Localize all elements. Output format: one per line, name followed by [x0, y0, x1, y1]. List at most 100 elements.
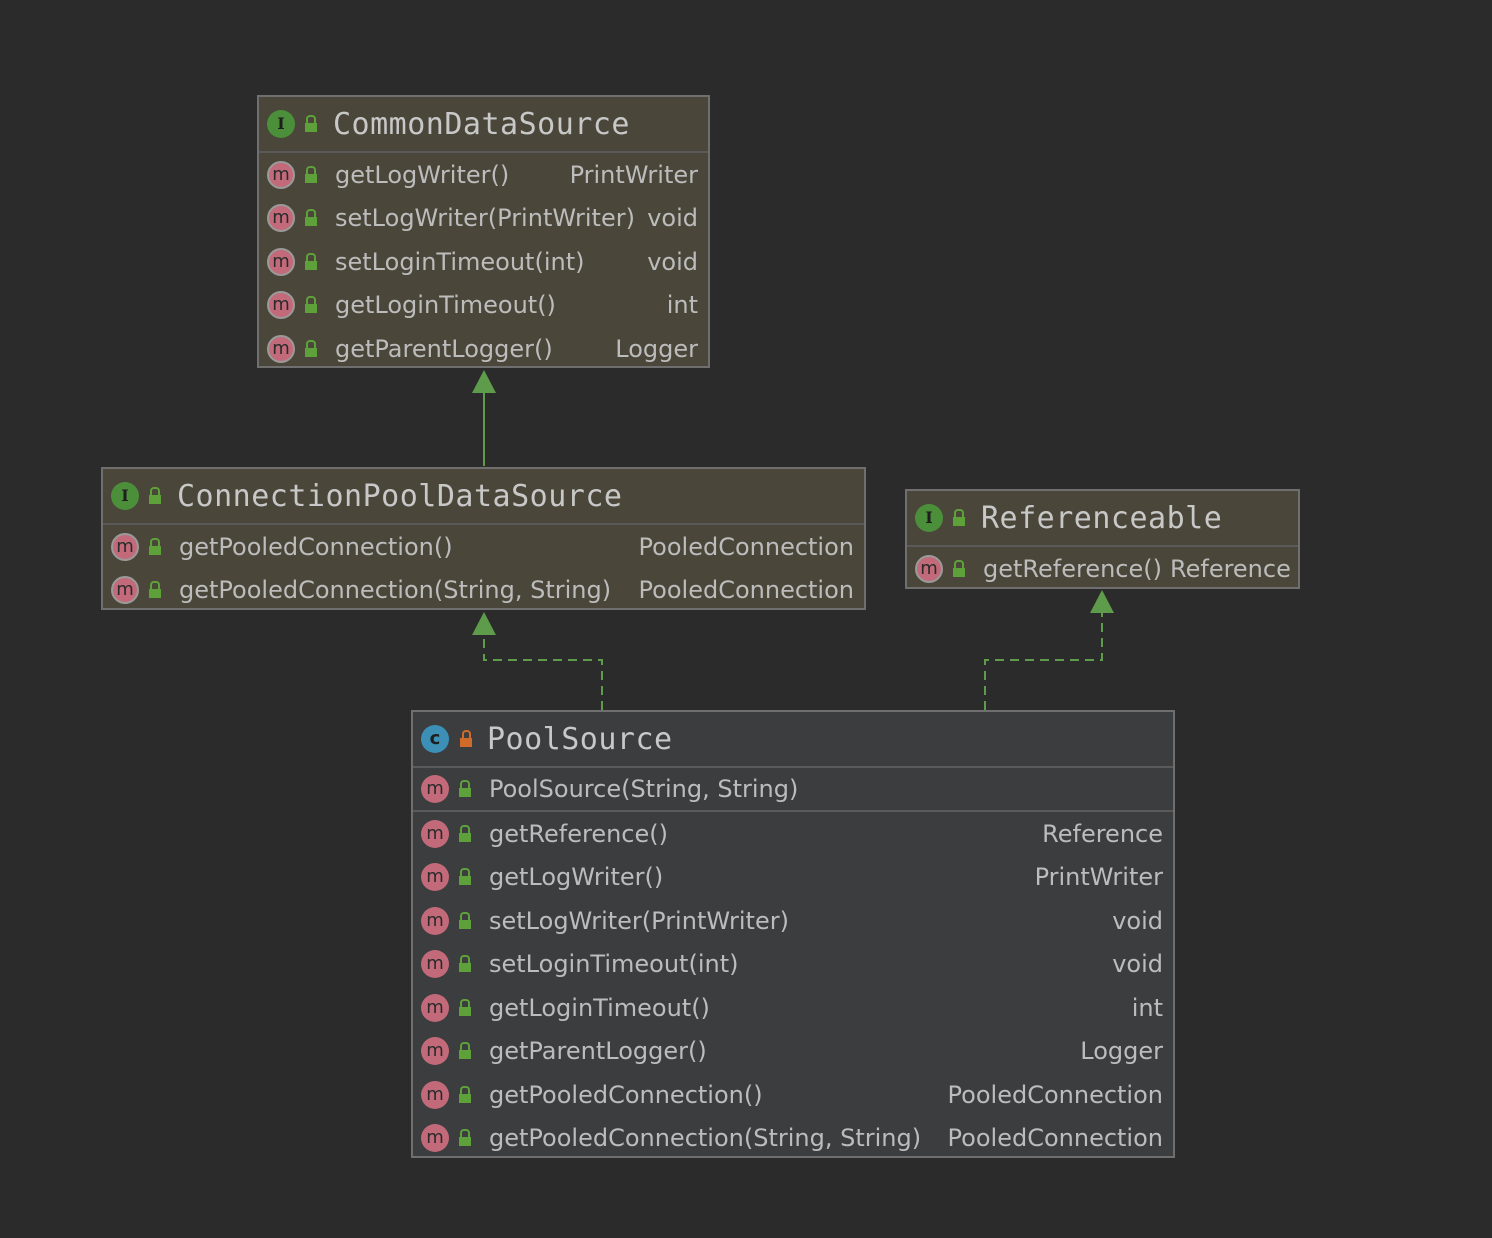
- public-visibility-icon: [457, 867, 477, 887]
- private-visibility-icon: [457, 729, 477, 749]
- public-visibility-icon: [303, 208, 323, 228]
- method-return-type: PooledConnection: [947, 1124, 1163, 1153]
- method-row[interactable]: m getReference() Reference: [413, 812, 1173, 856]
- method-return-type: Logger: [615, 334, 698, 363]
- method-icon: m: [267, 160, 295, 189]
- public-visibility-icon: [303, 339, 323, 359]
- public-visibility-icon: [457, 911, 477, 931]
- method-icon: m: [111, 532, 139, 561]
- method-return-type: PooledConnection: [638, 576, 854, 605]
- method-name: setLogWriter(PrintWriter): [489, 906, 789, 935]
- public-visibility-icon: [147, 537, 167, 557]
- public-visibility-icon: [457, 954, 477, 974]
- method-name: getLogWriter(): [335, 160, 510, 189]
- method-row[interactable]: m getLogWriter() PrintWriter: [259, 153, 708, 197]
- public-visibility-icon: [147, 580, 167, 600]
- method-return-type: int: [1131, 993, 1163, 1022]
- method-row[interactable]: m getParentLogger() Logger: [413, 1030, 1173, 1074]
- method-name: getPooledConnection(): [489, 1080, 763, 1109]
- node-title: ConnectionPoolDataSource: [177, 478, 623, 514]
- method-return-type: Reference: [1042, 819, 1163, 848]
- arrowhead-common: [472, 370, 496, 393]
- method-icon: m: [267, 204, 295, 233]
- public-visibility-icon: [303, 252, 323, 272]
- public-visibility-icon: [457, 1128, 477, 1148]
- public-visibility-icon: [303, 295, 323, 315]
- method-row[interactable]: m setLogWriter(PrintWriter) void: [259, 197, 708, 241]
- public-visibility-icon: [951, 508, 971, 528]
- method-name: getPooledConnection(): [179, 532, 453, 561]
- method-icon: m: [421, 1124, 449, 1153]
- public-visibility-icon: [457, 824, 477, 844]
- public-visibility-icon: [457, 779, 477, 799]
- method-row[interactable]: m setLogWriter(PrintWriter) void: [413, 899, 1173, 943]
- node-header: I Referenceable: [907, 491, 1298, 547]
- method-return-type: PrintWriter: [569, 160, 698, 189]
- method-return-type: int: [666, 291, 698, 320]
- node-header: I ConnectionPoolDataSource: [103, 469, 864, 525]
- method-icon: m: [421, 1037, 449, 1066]
- class-icon: c: [421, 725, 449, 753]
- method-return-type: void: [647, 204, 698, 233]
- interface-icon: I: [915, 504, 943, 532]
- method-name: getParentLogger(): [335, 334, 553, 363]
- method-row[interactable]: m getPooledConnection(String, String) Pool…: [413, 1117, 1173, 1161]
- edge-implements-pool-ref: [984, 612, 1103, 710]
- method-icon: m: [111, 576, 139, 605]
- public-visibility-icon: [457, 998, 477, 1018]
- node-header: I CommonDataSource: [259, 97, 708, 153]
- method-name: setLogWriter(PrintWriter): [335, 204, 635, 233]
- public-visibility-icon: [147, 486, 167, 506]
- interface-icon: I: [111, 482, 139, 510]
- method-icon: m: [267, 291, 295, 320]
- method-return-type: void: [1112, 950, 1163, 979]
- method-row[interactable]: m getLoginTimeout() int: [259, 284, 708, 328]
- method-icon: m: [421, 819, 449, 848]
- method-icon: m: [421, 993, 449, 1022]
- method-row[interactable]: m setLoginTimeout(int) void: [413, 943, 1173, 987]
- method-row[interactable]: m getPooledConnection() PooledConnection: [413, 1073, 1173, 1117]
- method-row[interactable]: m getParentLogger() Logger: [259, 327, 708, 371]
- constructor-name: PoolSource(String, String): [489, 775, 799, 803]
- arrowhead-ref: [1090, 590, 1114, 613]
- method-name: getReference(): [983, 554, 1162, 583]
- method-icon: m: [267, 247, 295, 276]
- method-icon: m: [421, 1080, 449, 1109]
- method-row[interactable]: m getPooledConnection() PooledConnection: [103, 525, 864, 569]
- method-row[interactable]: m getLogWriter() PrintWriter: [413, 856, 1173, 900]
- method-name: getReference(): [489, 819, 668, 848]
- method-name: getParentLogger(): [489, 1037, 707, 1066]
- method-return-type: Reference: [1170, 554, 1291, 583]
- method-return-type: PrintWriter: [1034, 863, 1163, 892]
- node-poolsource[interactable]: c PoolSource m PoolSource(String, String)…: [411, 710, 1175, 1158]
- node-header: c PoolSource: [413, 712, 1173, 768]
- method-icon: m: [421, 950, 449, 979]
- method-name: getLoginTimeout(): [335, 291, 556, 320]
- method-icon: m: [267, 334, 295, 363]
- method-icon: m: [915, 554, 943, 583]
- node-title: Referenceable: [981, 500, 1223, 536]
- method-row[interactable]: m getLoginTimeout() int: [413, 986, 1173, 1030]
- node-commondatasource[interactable]: I CommonDataSource m getLogWriter() PrintW…: [257, 95, 710, 368]
- method-return-type: void: [647, 247, 698, 276]
- method-icon: m: [421, 906, 449, 935]
- node-title: CommonDataSource: [333, 106, 630, 142]
- constructor-row[interactable]: m PoolSource(String, String): [413, 768, 1173, 812]
- method-row[interactable]: m setLoginTimeout(int) void: [259, 240, 708, 284]
- method-name: getPooledConnection(String, String): [489, 1124, 922, 1153]
- interface-icon: I: [267, 110, 295, 138]
- public-visibility-icon: [303, 114, 323, 134]
- method-row[interactable]: m getReference() Reference: [907, 547, 1298, 591]
- public-visibility-icon: [457, 1041, 477, 1061]
- method-row[interactable]: m getPooledConnection(String, String) Pool…: [103, 569, 864, 613]
- public-visibility-icon: [951, 559, 971, 579]
- method-icon: m: [421, 775, 449, 803]
- method-return-type: Logger: [1080, 1037, 1163, 1066]
- node-title: PoolSource: [487, 721, 673, 757]
- public-visibility-icon: [457, 1085, 477, 1105]
- node-referenceable[interactable]: I Referenceable m getReference() Reference: [905, 489, 1300, 589]
- public-visibility-icon: [303, 165, 323, 185]
- node-connectionpooldatasource[interactable]: I ConnectionPoolDataSource m getPooledCon…: [101, 467, 866, 610]
- arrowhead-cpds: [472, 612, 496, 635]
- method-name: setLoginTimeout(int): [489, 950, 739, 979]
